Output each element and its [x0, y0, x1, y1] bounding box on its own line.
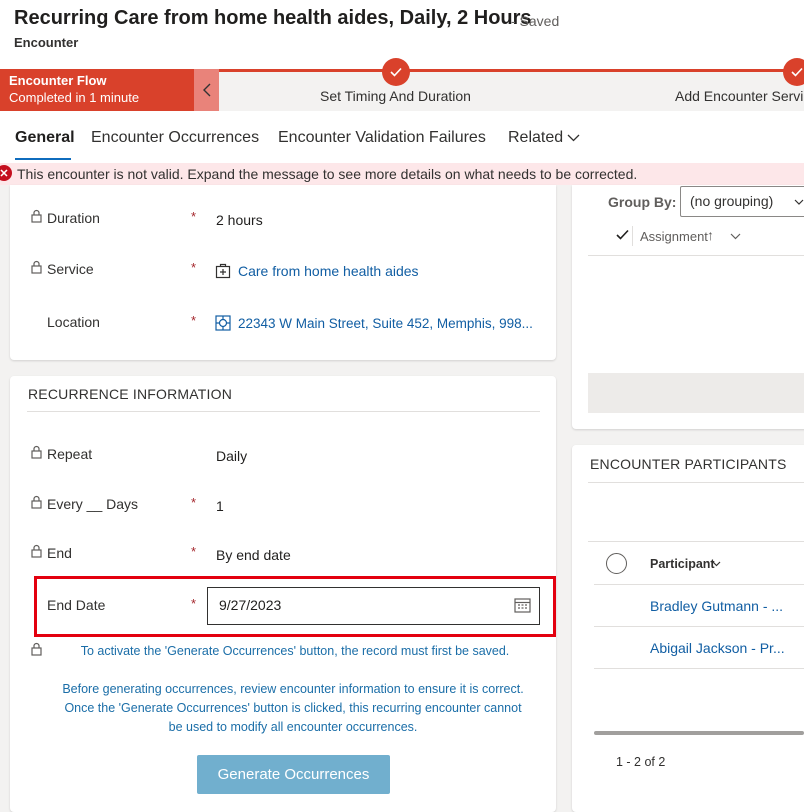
required-marker: * [191, 495, 197, 510]
repeat-label: Repeat [47, 446, 93, 462]
location-entity-icon [215, 315, 231, 331]
chevron-down-icon[interactable] [567, 134, 580, 142]
chevron-down-icon[interactable] [730, 233, 741, 240]
grid-header-divider [588, 255, 804, 256]
bpf-stage-status: Completed in 1 minute [9, 90, 140, 105]
lock-icon [31, 495, 42, 509]
required-marker: * [191, 209, 197, 224]
error-notification-bar[interactable]: This encounter is not valid. Expand the … [0, 163, 804, 185]
bpf-progress-line [219, 69, 804, 72]
error-message: This encounter is not valid. Expand the … [17, 166, 638, 182]
bpf-step-complete-icon[interactable] [382, 58, 410, 86]
grid-header-top-border [588, 541, 804, 542]
entity-name: Encounter [14, 35, 79, 50]
group-by-label: Group By: [608, 194, 677, 210]
location-lookup-link[interactable]: 22343 W Main Street, Suite 452, Memphis,… [238, 316, 533, 331]
bpf-step-label[interactable]: Set Timing And Duration [320, 88, 471, 104]
group-by-select[interactable]: (no grouping) [680, 186, 804, 217]
bpf-step-label[interactable]: Add Encounter Servic [675, 88, 804, 104]
sort-ascending-icon: ↑ [707, 227, 714, 243]
generate-occurrences-button[interactable]: Generate Occurrences [197, 755, 390, 794]
row-divider [594, 668, 804, 669]
checkmark-icon[interactable] [616, 229, 629, 240]
bpf-collapse-button[interactable] [194, 69, 219, 111]
tab-encounter-occurrences[interactable]: Encounter Occurrences [91, 129, 259, 147]
bpf-stage-name: Encounter Flow [9, 73, 107, 88]
column-separator [632, 226, 633, 246]
required-marker: * [191, 596, 197, 611]
assignment-column-header[interactable]: Assignment [640, 229, 708, 244]
service-lookup-link[interactable]: Care from home health aides [238, 263, 419, 279]
horizontal-scrollbar[interactable] [594, 731, 804, 735]
chevron-down-icon[interactable] [712, 561, 721, 567]
chevron-left-icon [202, 83, 210, 97]
warning-line: be used to modify all encounter occurren… [168, 720, 418, 734]
every-days-label: Every __ Days [47, 496, 139, 512]
grid-footer [588, 373, 804, 413]
required-marker: * [191, 313, 197, 328]
record-title: Recurring Care from home health aides, D… [14, 7, 532, 29]
row-divider [594, 584, 804, 585]
lock-icon [31, 544, 42, 558]
select-all-checkbox[interactable] [606, 553, 627, 574]
repeat-value[interactable]: Daily [216, 448, 247, 464]
active-tab-indicator [15, 158, 71, 160]
section-divider [27, 411, 540, 412]
participant-link[interactable]: Abigail Jackson - Pr... [650, 640, 785, 656]
required-marker: * [191, 260, 197, 275]
participant-link[interactable]: Bradley Gutmann - ... [650, 598, 783, 614]
bpf-step-complete-icon[interactable] [783, 58, 804, 86]
service-entity-icon [215, 263, 231, 279]
location-label: Location [47, 314, 100, 330]
pager-status: 1 - 2 of 2 [616, 755, 666, 769]
group-by-value: (no grouping) [690, 193, 774, 209]
lock-icon [31, 445, 42, 459]
section-title: ENCOUNTER PARTICIPANTS [590, 456, 787, 472]
warning-line: Before generating occurrences, review en… [62, 682, 524, 696]
tab-related[interactable]: Related [508, 129, 563, 147]
end-date-label: End Date [47, 597, 106, 613]
calendar-icon[interactable] [514, 597, 531, 613]
row-divider [594, 626, 804, 627]
tab-encounter-validation-failures[interactable]: Encounter Validation Failures [278, 129, 486, 147]
section-divider [588, 482, 804, 483]
save-notice: To activate the 'Generate Occurrences' b… [80, 644, 510, 658]
every-days-value[interactable]: 1 [216, 498, 224, 514]
end-date-value: 9/27/2023 [219, 597, 282, 613]
service-label: Service [47, 261, 94, 277]
end-value[interactable]: By end date [216, 547, 291, 563]
participant-column-header[interactable]: Participant [650, 557, 715, 571]
section-title: RECURRENCE INFORMATION [28, 386, 233, 402]
encounter-participants-section [572, 445, 804, 812]
lock-icon [31, 260, 42, 274]
end-date-input[interactable]: 9/27/2023 [207, 587, 540, 625]
end-label: End [47, 545, 72, 561]
save-status: - Saved [511, 13, 560, 29]
bpf-active-stage[interactable]: Encounter Flow Completed in 1 minute [0, 69, 194, 111]
chevron-down-icon [794, 199, 804, 205]
duration-value[interactable]: 2 hours [216, 212, 263, 228]
lock-icon [31, 209, 42, 223]
lock-icon [31, 642, 42, 656]
duration-label: Duration [47, 210, 100, 226]
warning-line: Once the 'Generate Occurrences' button i… [64, 701, 522, 715]
generate-warning: Before generating occurrences, review en… [35, 680, 551, 737]
required-marker: * [191, 544, 197, 559]
tab-general[interactable]: General [15, 129, 75, 147]
